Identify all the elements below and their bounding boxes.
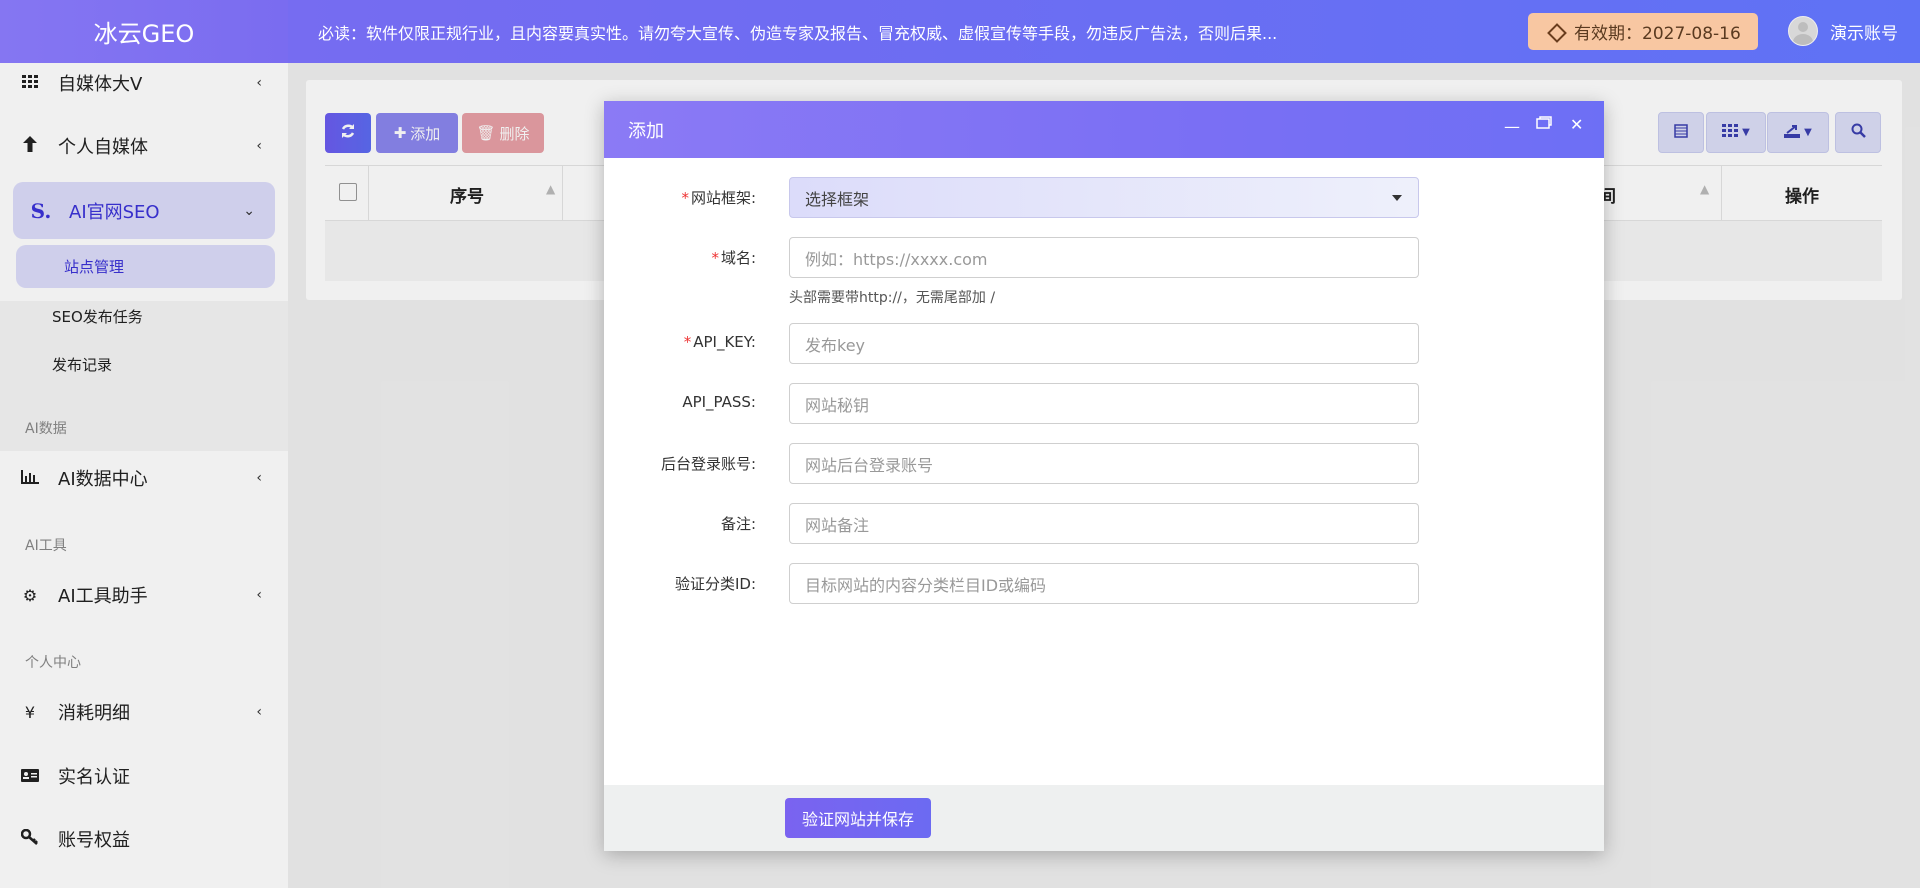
sidebar-item-label: AI工具助手	[58, 586, 148, 607]
grid-icon	[1722, 123, 1739, 142]
search-icon	[1851, 123, 1866, 142]
section-personal: 个人中心	[25, 655, 81, 671]
apipass-input[interactable]: 网站秘钥	[789, 383, 1419, 424]
admin-account-input[interactable]: 网站后台登录账号	[789, 443, 1419, 484]
field-label: API_PASS:	[682, 393, 756, 411]
sidebar-item-personal-media[interactable]: 个人自媒体 ‹	[0, 121, 288, 171]
export-icon	[1784, 124, 1801, 142]
chevron-left-icon: ‹	[256, 587, 262, 603]
sidebar-item-label: 账号权益	[58, 830, 130, 851]
field-label: 后台登录账号:	[660, 455, 756, 473]
select-all-checkbox[interactable]	[339, 183, 357, 201]
sidebar-item-ai-tools[interactable]: ⚙ AI工具助手 ‹	[0, 570, 288, 620]
column-divider	[1721, 166, 1722, 220]
sidebar-item-label: 个人自媒体	[58, 137, 148, 158]
refresh-icon	[340, 123, 356, 143]
arrow-up-icon	[18, 136, 42, 156]
caret-down-icon	[1392, 195, 1402, 201]
sidebar-item-label: AI数据中心	[58, 469, 148, 490]
caret-down-icon: ▼	[1804, 127, 1812, 138]
yen-icon: ¥	[24, 702, 36, 722]
add-button[interactable]: ✚ 添加	[376, 113, 458, 153]
sidebar-item-ai-seo[interactable]: S. AI官网SEO ⌄	[13, 182, 275, 239]
sidebar: 自媒体大V ‹ 个人自媒体 ‹ S. AI官网SEO ⌄ 站点管理 SEO发布任…	[0, 63, 288, 888]
domain-hint: 头部需要带http://，无需尾部加 /	[789, 290, 996, 306]
column-divider	[562, 166, 563, 220]
column-header-action: 操作	[1785, 187, 1819, 207]
column-header-index[interactable]: 序号	[450, 182, 484, 207]
field-label: * 域名:	[711, 249, 756, 267]
section-ai-tools: AI工具	[25, 538, 67, 554]
maximize-icon[interactable]	[1536, 115, 1552, 134]
field-label: 备注:	[720, 515, 756, 533]
dialog-header: 添加 — ✕	[604, 101, 1604, 158]
sidebar-item-ai-data-center[interactable]: AI数据中心 ‹	[0, 453, 288, 503]
section-ai-data: AI数据	[25, 421, 67, 437]
minimize-icon[interactable]: —	[1504, 117, 1520, 136]
sidebar-item-realname[interactable]: 实名认证	[0, 751, 288, 801]
sidebar-item-label: AI官网SEO	[69, 201, 160, 223]
apikey-input[interactable]: 发布key	[789, 323, 1419, 364]
columns-button[interactable]: ▼	[1706, 112, 1766, 153]
dialog-title: 添加	[628, 120, 664, 142]
notice-text: 必读：软件仅限正规行业，且内容要真实性。请勿夸大宣传、伪造专家及报告、冒充权威、…	[318, 24, 1278, 43]
add-dialog: 添加 — ✕ * 网站框架: 选择框架 * 域名: 例如：https://xxxx.…	[604, 101, 1604, 851]
refresh-button[interactable]	[325, 113, 371, 153]
domain-input[interactable]: 例如：https://xxxx.com	[789, 237, 1419, 278]
sidebar-item-label: 实名认证	[58, 767, 130, 788]
chevron-left-icon: ‹	[256, 138, 262, 154]
sidebar-item-media-v[interactable]: 自媒体大V ‹	[0, 63, 288, 103]
sort-icon[interactable]: ▲	[1700, 182, 1709, 196]
verify-save-button[interactable]: 验证网站并保存	[785, 798, 931, 838]
chevron-left-icon: ‹	[256, 704, 262, 720]
avatar	[1788, 16, 1818, 46]
column-divider	[368, 166, 369, 220]
sidebar-item-account-rights[interactable]: 账号权益	[0, 814, 288, 864]
top-header: 冰云GEO 必读：软件仅限正规行业，且内容要真实性。请勿夸大宣传、伪造专家及报告…	[0, 0, 1920, 63]
framework-select[interactable]: 选择框架	[789, 177, 1419, 218]
field-label: * API_KEY:	[683, 333, 756, 351]
username: 演示账号	[1830, 23, 1898, 44]
user-menu[interactable]: 演示账号	[1788, 16, 1898, 46]
bar-chart-icon	[18, 469, 42, 488]
chevron-down-icon: ⌄	[243, 202, 255, 219]
id-card-icon	[18, 767, 42, 786]
caret-down-icon: ▼	[1742, 127, 1750, 138]
plus-icon: ✚	[393, 124, 407, 142]
key-icon	[18, 828, 42, 849]
export-button[interactable]: ▼	[1767, 112, 1829, 153]
diamond-icon	[1548, 24, 1564, 40]
sidebar-item-label: 消耗明细	[58, 703, 130, 724]
sidebar-item-consume[interactable]: ¥ 消耗明细 ‹	[0, 687, 288, 737]
gear-icon: ⚙	[22, 585, 38, 605]
app-logo[interactable]: 冰云GEO	[0, 0, 288, 63]
chevron-left-icon: ‹	[256, 75, 262, 91]
field-label: 验证分类ID:	[674, 575, 756, 593]
dialog-footer: 验证网站并保存	[604, 785, 1604, 851]
table-icon	[1674, 123, 1688, 142]
category-id-input[interactable]: 目标网站的内容分类栏目ID或编码	[789, 563, 1419, 604]
chevron-left-icon: ‹	[256, 470, 262, 486]
sidebar-subitem-publish-log[interactable]: 发布记录	[52, 354, 112, 375]
sidebar-subitem-site-manage[interactable]: 站点管理	[16, 245, 275, 288]
seo-s-icon: S.	[30, 198, 52, 223]
close-icon[interactable]: ✕	[1570, 115, 1583, 134]
field-label: * 网站框架:	[681, 189, 756, 207]
sort-icon[interactable]: ▲	[546, 182, 555, 196]
trash-icon: 🗑	[476, 124, 496, 142]
table-view-button[interactable]	[1658, 112, 1704, 153]
sidebar-item-label: 自媒体大V	[58, 74, 143, 95]
delete-button[interactable]: 🗑 删除	[462, 113, 544, 153]
search-button[interactable]	[1835, 112, 1881, 153]
expire-text: 有效期：2027-08-16	[1574, 24, 1741, 44]
remark-input[interactable]: 网站备注	[789, 503, 1419, 544]
expire-badge: 有效期：2027-08-16	[1528, 13, 1758, 50]
sidebar-subitem-seo-task[interactable]: SEO发布任务	[52, 306, 143, 327]
grid-icon	[18, 74, 42, 93]
